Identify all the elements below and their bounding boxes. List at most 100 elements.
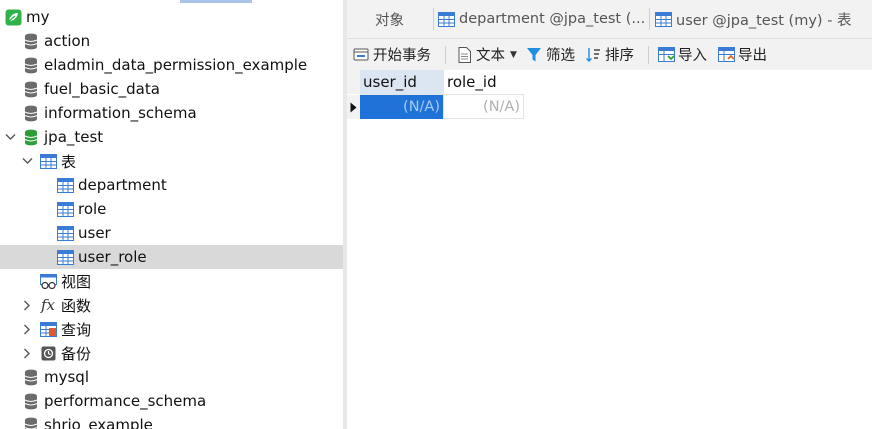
toolbar-divider (648, 46, 649, 64)
grid-cell-user-id[interactable]: (N/A) (360, 95, 443, 119)
begin-transaction-button[interactable]: 开始事务 (352, 39, 431, 70)
database-open-icon (22, 128, 40, 146)
tree-label: eladmin_data_permission_example (44, 56, 308, 74)
toolbar-label: 文本 (476, 48, 505, 64)
tree-label: 函数 (61, 296, 92, 315)
table-icon (56, 224, 74, 242)
function-icon: fx (40, 296, 55, 314)
tree-table-role[interactable]: role (0, 197, 343, 221)
export-button[interactable]: 导出 (717, 39, 767, 70)
tab-department[interactable]: department @jpa_test (... (438, 0, 644, 38)
column-header-user-id[interactable]: user_id (360, 70, 443, 94)
sort-button[interactable]: 排序 (584, 39, 634, 70)
tree-label: 视图 (61, 272, 92, 291)
database-icon (22, 392, 40, 410)
tree-db-jpa-test[interactable]: jpa_test (0, 125, 343, 149)
tab-bar: 对象 department @jpa_test (... user @jpa_t… (347, 0, 872, 39)
database-icon (22, 104, 40, 122)
grid-cell-role-id[interactable]: (N/A) (443, 95, 524, 119)
tree-table-department[interactable]: department (0, 173, 343, 197)
tree-group-tables[interactable]: 表 (0, 149, 343, 173)
view-icon (39, 272, 57, 290)
database-icon (22, 32, 40, 50)
tree-label: mysql (44, 368, 89, 386)
tree-label: action (44, 32, 91, 50)
text-view-button[interactable]: 文本 ▼ (455, 39, 517, 70)
database-icon (22, 368, 40, 386)
cell-value: (N/A) (403, 99, 440, 115)
sort-icon (584, 46, 602, 64)
tree-db-eladmin[interactable]: eladmin_data_permission_example (0, 53, 343, 77)
tree-db-mysql[interactable]: mysql (0, 365, 343, 389)
export-icon (717, 46, 735, 64)
tree-group-queries[interactable]: 查询 (0, 317, 343, 341)
tree-label: my (26, 8, 50, 26)
table-icon (56, 248, 74, 266)
tab-user[interactable]: user @jpa_test (my) - 表 (654, 0, 872, 38)
table-group-icon (39, 152, 57, 170)
database-icon (22, 80, 40, 98)
table-icon (654, 10, 672, 28)
chevron-right-icon[interactable] (21, 299, 33, 311)
column-header-label: user_id (363, 73, 417, 91)
tree-label: 备份 (61, 344, 92, 363)
toolbar-divider (445, 46, 446, 64)
row-header-corner (347, 70, 360, 94)
filter-icon (525, 46, 543, 64)
chevron-down-icon[interactable] (21, 155, 33, 167)
tree-group-functions[interactable]: fx 函数 (0, 293, 343, 317)
import-icon (657, 46, 675, 64)
tree-group-views[interactable]: 视图 (0, 269, 343, 293)
tree-db-information-schema[interactable]: information_schema (0, 101, 343, 125)
tree-table-user[interactable]: user (0, 221, 343, 245)
toolbar-label: 排序 (605, 48, 634, 64)
toolbar-label: 筛选 (546, 48, 575, 64)
tree-label: shrio_example (44, 416, 153, 429)
tree-label: role (78, 200, 107, 218)
tree-label: jpa_test (44, 128, 104, 146)
tree-group-backups[interactable]: 备份 (0, 341, 343, 365)
chevron-down-icon[interactable] (4, 131, 16, 143)
import-button[interactable]: 导入 (657, 39, 707, 70)
tree-label: 表 (61, 152, 77, 171)
cell-value: (N/A) (483, 98, 520, 115)
tree-db-shrio-example[interactable]: shrio_example (0, 413, 343, 429)
tree-label: user_role (78, 248, 147, 266)
chevron-right-icon[interactable] (21, 323, 33, 335)
database-icon (22, 416, 40, 429)
database-icon (22, 56, 40, 74)
query-icon (39, 320, 57, 338)
column-header-label: role_id (447, 73, 497, 91)
caret-down-icon: ▼ (510, 49, 517, 60)
tree-db-action[interactable]: action (0, 29, 343, 53)
tree-label: fuel_basic_data (44, 80, 160, 98)
row-pointer-icon (347, 95, 360, 119)
tab-label: 对象 (375, 12, 404, 29)
connection-leaf-icon (4, 8, 22, 26)
transaction-icon (352, 46, 370, 64)
scroll-indicator (180, 0, 252, 3)
tree-db-fuel-basic-data[interactable]: fuel_basic_data (0, 77, 343, 101)
tab-objects[interactable]: 对象 (375, 0, 404, 38)
filter-button[interactable]: 筛选 (525, 39, 575, 70)
tree-label: information_schema (44, 104, 197, 122)
toolbar-label: 开始事务 (373, 48, 431, 64)
chevron-right-icon[interactable] (21, 347, 33, 359)
table-icon (56, 176, 74, 194)
column-header-role-id[interactable]: role_id (443, 70, 524, 94)
toolbar-label: 导出 (738, 48, 767, 64)
backup-icon (39, 344, 57, 362)
tree-table-user-role[interactable]: user_role (0, 245, 343, 269)
navigator-panel: my action eladmin_data_permission_exampl… (0, 0, 343, 429)
tab-divider (649, 8, 650, 30)
tree-label: 查询 (61, 320, 92, 339)
document-icon (455, 46, 473, 64)
tree-connection-my[interactable]: my (0, 5, 343, 29)
tree-db-performance-schema[interactable]: performance_schema (0, 389, 343, 413)
toolbar-label: 导入 (678, 48, 707, 64)
tree-label: user (78, 224, 111, 242)
toolbar: 开始事务 文本 ▼ 筛选 排序 导入 导出 (347, 39, 872, 70)
main-area: 对象 department @jpa_test (... user @jpa_t… (347, 0, 872, 429)
table-icon (56, 200, 74, 218)
tree-label: department (78, 176, 167, 194)
